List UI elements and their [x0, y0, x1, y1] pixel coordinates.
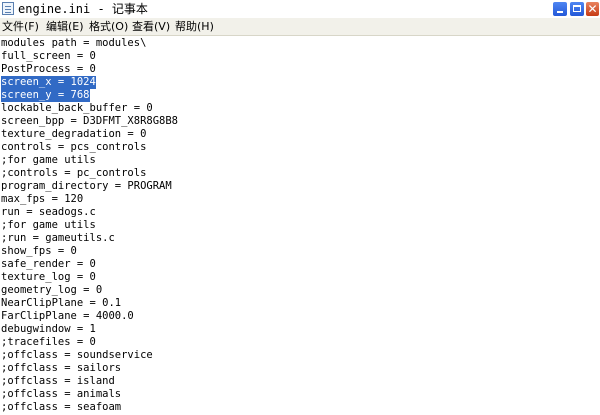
line-text: max_fps = 120 [1, 193, 84, 205]
text-editor[interactable]: modules path = modules\ full_screen = 0 Po… [0, 36, 600, 415]
text-line: texture_log = 0 [1, 271, 178, 284]
menu-help[interactable]: 帮助(H) [175, 19, 214, 34]
line-text: ;offclass = seafoam [1, 401, 122, 413]
window-title: engine.ini - 记事本 [18, 2, 148, 16]
text-line: full_screen = 0 [1, 50, 178, 63]
text-line: ;tracefiles = 0 [1, 336, 178, 349]
text-line: safe_render = 0 [1, 258, 178, 271]
text-line: run = seadogs.c [1, 206, 178, 219]
line-text: full_screen = 0 [1, 50, 96, 62]
title-bar[interactable]: engine.ini - 记事本 ✕ [0, 0, 600, 18]
line-text: modules path = modules\ [1, 37, 147, 49]
selected-text-line: screen_y = 768 [1, 89, 178, 102]
text-line: debugwindow = 1 [1, 323, 178, 336]
line-text: ;for game utils [1, 154, 96, 166]
text-line: ;for game utils [1, 219, 178, 232]
line-text: run = seadogs.c [1, 206, 96, 218]
menu-edit[interactable]: 编辑(E) [46, 19, 84, 34]
line-text: ;controls = pc_controls [1, 167, 147, 179]
line-text: program_directory = PROGRAM [1, 180, 172, 192]
text-line: lockable_back_buffer = 0 [1, 102, 178, 115]
text-line: ;offclass = animals [1, 388, 178, 401]
text-line: ;for game utils [1, 154, 178, 167]
line-text: ;offclass = soundservice [1, 349, 153, 361]
maximize-button[interactable] [569, 1, 585, 17]
line-text: FarClipPlane = 4000.0 [1, 310, 134, 322]
line-text: NearClipPlane = 0.1 [1, 297, 122, 309]
notepad-icon [2, 2, 14, 15]
line-text: ;offclass = island [1, 375, 115, 387]
text-line: ;offclass = soundservice [1, 349, 178, 362]
line-text: ;tracefiles = 0 [1, 336, 96, 348]
line-text: geometry_log = 0 [1, 284, 103, 296]
text-line: show_fps = 0 [1, 245, 178, 258]
text-line: texture_degradation = 0 [1, 128, 178, 141]
text-line: ;run = gameutils.c [1, 232, 178, 245]
close-button[interactable]: ✕ [585, 1, 600, 17]
line-text: screen_bpp = D3DFMT_X8R8G8B8 [1, 115, 179, 127]
text-line: NearClipPlane = 0.1 [1, 297, 178, 310]
line-text: screen_x = 1024 [1, 76, 96, 89]
line-text: ;for game utils [1, 219, 96, 231]
text-line: FarClipPlane = 4000.0 [1, 310, 178, 323]
text-line: ;controls = pc_controls [1, 167, 178, 180]
line-text: show_fps = 0 [1, 245, 77, 257]
line-text: ;run = gameutils.c [1, 232, 115, 244]
text-line: ;offclass = island [1, 375, 178, 388]
line-text: texture_log = 0 [1, 271, 96, 283]
text-line: geometry_log = 0 [1, 284, 178, 297]
text-line: ;offclass = seafoam [1, 401, 178, 414]
line-text: ;offclass = animals [1, 388, 122, 400]
line-text: safe_render = 0 [1, 258, 96, 270]
selected-text-line: screen_x = 1024 [1, 76, 178, 89]
text-line: screen_bpp = D3DFMT_X8R8G8B8 [1, 115, 178, 128]
text-line: ;offclass = sailors [1, 362, 178, 375]
menu-format[interactable]: 格式(O) [89, 19, 128, 34]
text-line: modules path = modules\ [1, 37, 178, 50]
minimize-button[interactable] [552, 1, 568, 17]
line-text: controls = pcs_controls [1, 141, 147, 153]
line-text: screen_y = 768 [1, 89, 90, 102]
text-line: controls = pcs_controls [1, 141, 178, 154]
menu-view[interactable]: 查看(V) [132, 19, 170, 34]
text-line: max_fps = 120 [1, 193, 178, 206]
menu-file[interactable]: 文件(F) [2, 19, 39, 34]
line-text: ;offclass = sailors [1, 362, 122, 374]
menu-bar: 文件(F) 编辑(E) 格式(O) 查看(V) 帮助(H) [0, 18, 600, 36]
line-text: PostProcess = 0 [1, 63, 96, 75]
text-line: program_directory = PROGRAM [1, 180, 178, 193]
line-text: debugwindow = 1 [1, 323, 96, 335]
text-line: PostProcess = 0 [1, 63, 178, 76]
text-lines: modules path = modules\ full_screen = 0 Po… [1, 37, 178, 414]
line-text: texture_degradation = 0 [1, 128, 147, 140]
line-text: lockable_back_buffer = 0 [1, 102, 153, 114]
